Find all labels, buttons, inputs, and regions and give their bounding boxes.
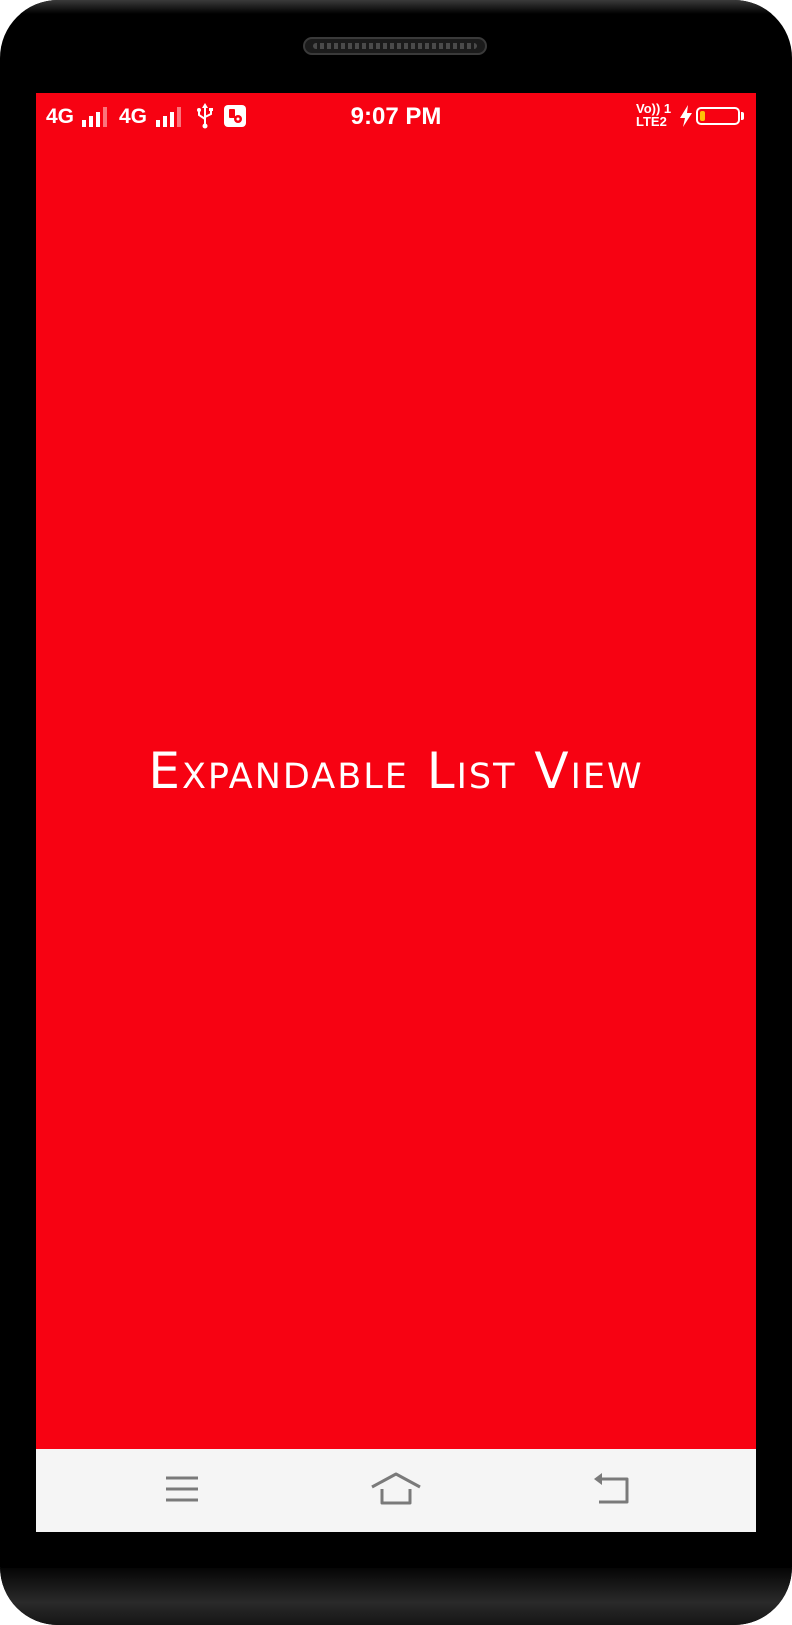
phone-chin bbox=[0, 1568, 792, 1625]
home-icon bbox=[371, 1472, 421, 1505]
status-bar: 4G 4G 9:07 PM Vo)) 1 LTE2 bbox=[36, 93, 756, 143]
network-type-2: 4G bbox=[119, 105, 148, 128]
back-button[interactable] bbox=[580, 1465, 640, 1515]
volte-icon: Vo)) 1 LTE2 bbox=[636, 101, 672, 129]
navigation-bar bbox=[36, 1449, 756, 1532]
battery-tip bbox=[741, 112, 744, 120]
battery-level-fill bbox=[700, 111, 705, 121]
battery-icon bbox=[696, 107, 740, 125]
menu-button[interactable] bbox=[152, 1465, 212, 1515]
status-clock: 9:07 PM bbox=[350, 103, 442, 130]
home-button[interactable] bbox=[366, 1465, 426, 1515]
page-title: Expandable List View bbox=[148, 742, 644, 800]
phone-top-edge bbox=[0, 0, 792, 14]
signal-icon bbox=[156, 107, 182, 127]
phone-frame: 4G 4G 9:07 PM Vo)) 1 LTE2 Expandable Lis… bbox=[0, 0, 792, 1625]
earpiece-speaker bbox=[303, 37, 487, 55]
signal-icon bbox=[82, 107, 108, 127]
back-icon bbox=[594, 1473, 629, 1504]
charging-bolt-icon bbox=[680, 105, 692, 127]
usb-icon bbox=[197, 103, 213, 129]
speaker-grille bbox=[313, 43, 477, 49]
app-screen: 4G 4G 9:07 PM Vo)) 1 LTE2 Expandable Lis… bbox=[36, 93, 756, 1532]
menu-icon bbox=[166, 1476, 198, 1502]
network-type-1: 4G bbox=[46, 105, 75, 128]
app-notification-icon bbox=[224, 105, 246, 127]
